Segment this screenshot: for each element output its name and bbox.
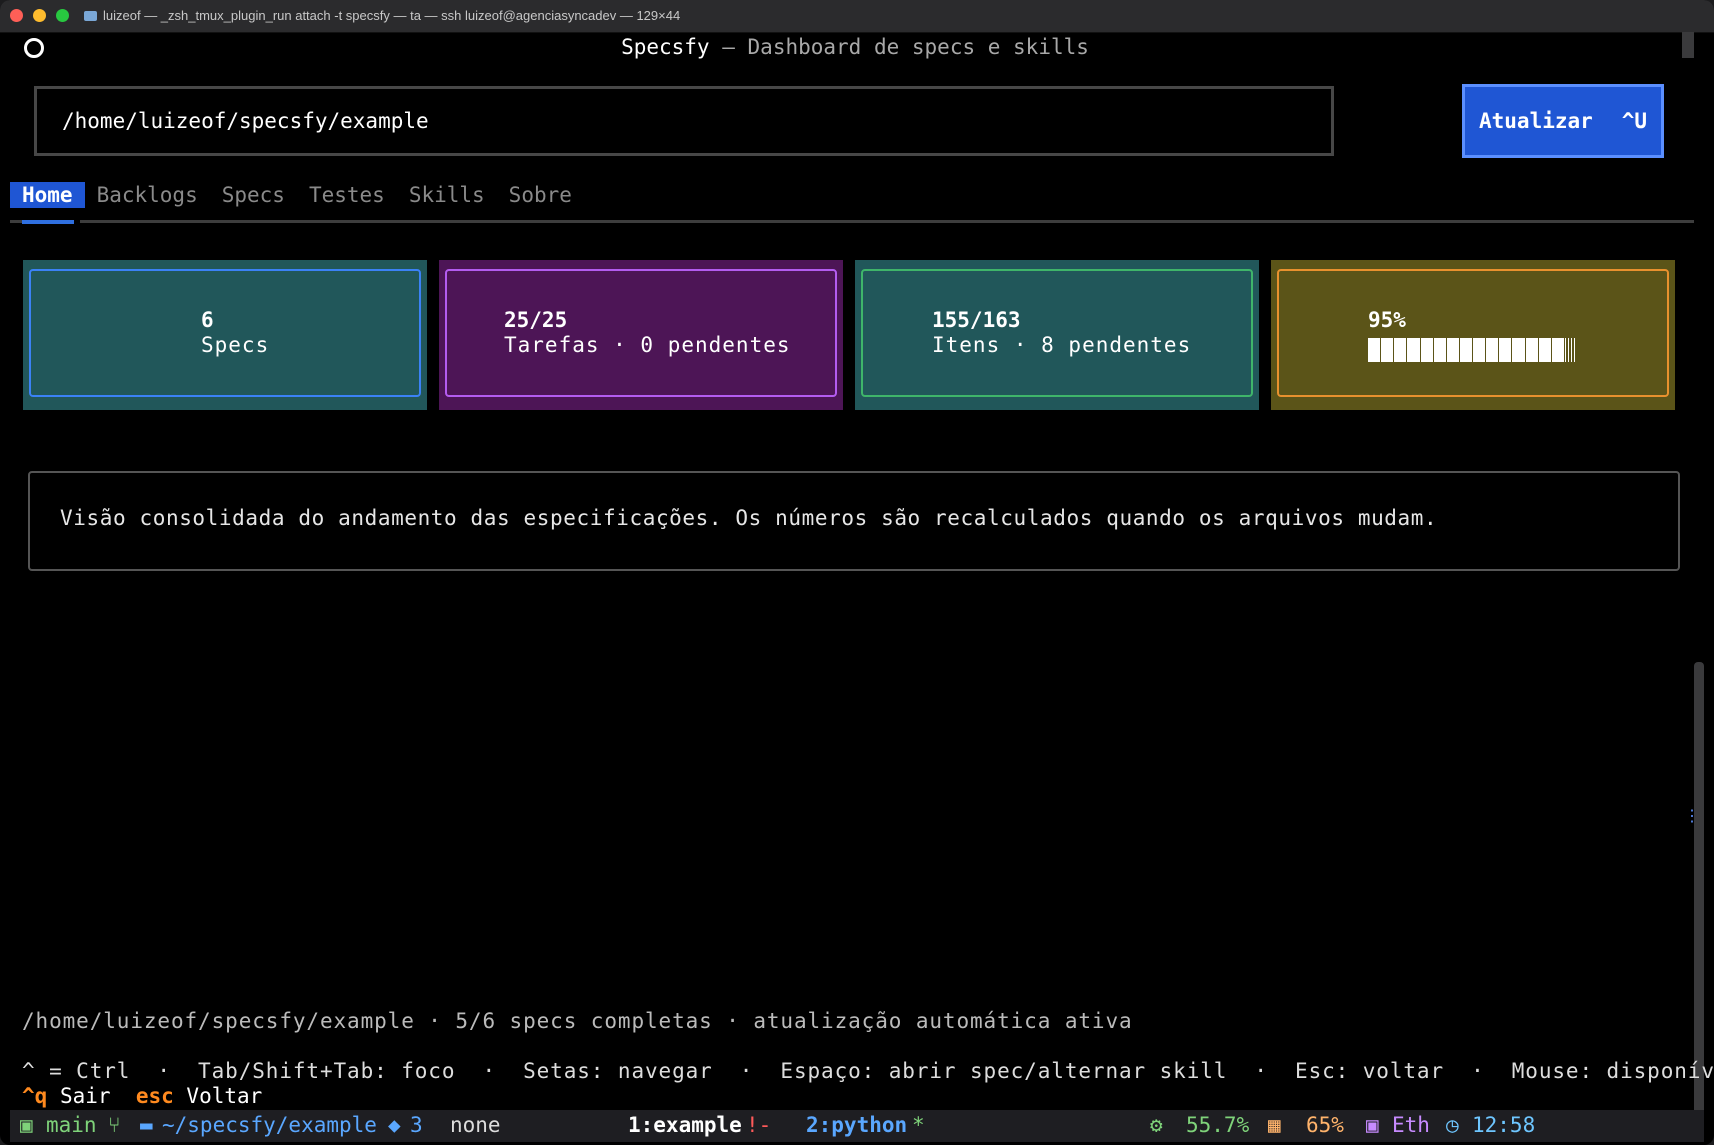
app-title-separator: —	[709, 35, 748, 59]
back-label: Voltar	[186, 1084, 263, 1108]
specs-card: 6 Specs	[23, 260, 427, 410]
refresh-button[interactable]: Atualizar ^U	[1462, 84, 1664, 158]
tmux-window-1[interactable]: 1:example	[628, 1113, 742, 1137]
tab-skills[interactable]: Skills	[397, 182, 497, 208]
path-input[interactable]	[34, 86, 1334, 156]
clock-icon: ◷	[1446, 1113, 1459, 1137]
scroll-handle-icon: ⋮	[1684, 806, 1700, 825]
cpu-icon: ⚙	[1150, 1113, 1163, 1137]
terminal-window: luizeof — _zsh_tmux_plugin_run attach -t…	[0, 0, 1714, 1145]
progress-segment-filled	[1394, 338, 1407, 362]
specs-count: 6	[201, 308, 214, 332]
tasks-count: 25/25	[504, 308, 568, 332]
progress-segment-filled	[1525, 338, 1538, 362]
folder-icon	[84, 11, 97, 21]
window-title: luizeof — _zsh_tmux_plugin_run attach -t…	[84, 8, 680, 23]
back-key[interactable]: esc	[136, 1084, 174, 1108]
tab-backlogs[interactable]: Backlogs	[85, 182, 210, 208]
progress-segment-filled	[1433, 338, 1446, 362]
kube-context: none	[450, 1113, 501, 1137]
tmux-window-2[interactable]: 2:python	[806, 1113, 907, 1137]
memory-usage: 65%	[1306, 1113, 1344, 1137]
network-type: Eth	[1392, 1113, 1430, 1137]
tmux-status-bar: ▣ main ⑂ ▬ ~/specsfy/example ◆ 3 none 1:…	[10, 1110, 1704, 1142]
progress-segment-filled	[1512, 338, 1525, 362]
app-header: Specsfy — Dashboard de specs e skills	[10, 35, 1700, 59]
tab-specs[interactable]: Specs	[210, 182, 297, 208]
tasks-label: Tarefas · 0 pendentes	[504, 333, 791, 357]
git-branch-icon: ⑂	[108, 1113, 121, 1137]
items-card: 155/163 Itens · 8 pendentes	[855, 260, 1259, 410]
quit-label: Sair	[59, 1084, 111, 1108]
quit-key[interactable]: ^q	[22, 1084, 47, 1108]
items-label: Itens · 8 pendentes	[932, 333, 1192, 357]
scrollbar-top	[1682, 32, 1694, 58]
status-line: /home/luizeof/specsfy/example · 5/6 spec…	[22, 1009, 1133, 1033]
window-title-text: luizeof — _zsh_tmux_plugin_run attach -t…	[103, 8, 681, 23]
description-panel: Visão consolidada do andamento das espec…	[28, 471, 1680, 571]
items-count: 155/163	[932, 308, 1021, 332]
progress-segment-filled	[1499, 338, 1512, 362]
tab-testes[interactable]: Testes	[297, 182, 397, 208]
app-name: Specsfy	[621, 35, 710, 59]
tab-home[interactable]: Home	[10, 182, 85, 208]
specs-label: Specs	[201, 333, 270, 357]
network-icon: ▣	[1366, 1113, 1379, 1137]
memory-icon: ▦	[1268, 1113, 1281, 1137]
progress-segment-filled	[1381, 338, 1394, 362]
app-subtitle: Dashboard de specs e skills	[747, 35, 1089, 59]
progress-segment-filled	[1459, 338, 1472, 362]
progress-segment-filled	[1486, 338, 1499, 362]
tasks-card: 25/25 Tarefas · 0 pendentes	[439, 260, 843, 410]
progress-segment-filled	[1551, 338, 1564, 362]
active-tab-indicator	[22, 220, 74, 224]
progress-segment-filled	[1368, 338, 1381, 362]
current-path: ~/specsfy/example	[162, 1113, 377, 1137]
cpu-usage: 55.7%	[1186, 1113, 1250, 1137]
window-titlebar: luizeof — _zsh_tmux_plugin_run attach -t…	[0, 0, 1714, 33]
progress-segment-empty	[1564, 338, 1577, 362]
progress-segment-filled	[1473, 338, 1486, 362]
tab-bar: Home Backlogs Specs Testes Skills Sobre	[10, 182, 584, 212]
description-text: Visão consolidada do andamento das espec…	[60, 506, 1438, 530]
zoom-window-button[interactable]	[56, 9, 69, 22]
progress-percent: 95%	[1368, 308, 1406, 332]
progress-segment-filled	[1446, 338, 1459, 362]
key-bindings: ^q Sair esc Voltar	[22, 1084, 262, 1108]
progress-segment-filled	[1420, 338, 1433, 362]
close-window-button[interactable]	[10, 9, 23, 22]
docker-count: 3	[410, 1113, 423, 1137]
tab-sobre[interactable]: Sobre	[497, 182, 584, 208]
minimize-window-button[interactable]	[33, 9, 46, 22]
progress-card-border	[1277, 269, 1669, 397]
tab-divider-gap	[74, 220, 80, 224]
terminal-content: Specsfy — Dashboard de specs e skills At…	[10, 32, 1714, 1145]
progress-bar	[1368, 338, 1578, 362]
docker-icon: ◆	[388, 1113, 401, 1137]
refresh-button-shortcut: ^U	[1621, 109, 1647, 133]
session-icon: ▣	[20, 1113, 33, 1137]
clock-time: 12:58	[1472, 1113, 1536, 1137]
tab-divider	[10, 220, 1694, 223]
progress-segment-filled	[1407, 338, 1420, 362]
refresh-button-label: Atualizar	[1479, 109, 1593, 133]
progress-segment-filled	[1538, 338, 1551, 362]
progress-card: 95%	[1271, 260, 1675, 410]
keyboard-hints: ^ = Ctrl · Tab/Shift+Tab: foco · Setas: …	[22, 1059, 1714, 1083]
folder-path-icon: ▬	[140, 1113, 153, 1137]
tmux-window-2-flag: *	[912, 1113, 925, 1137]
tmux-window-1-flag: !-	[746, 1113, 772, 1137]
git-branch: main	[46, 1113, 97, 1137]
